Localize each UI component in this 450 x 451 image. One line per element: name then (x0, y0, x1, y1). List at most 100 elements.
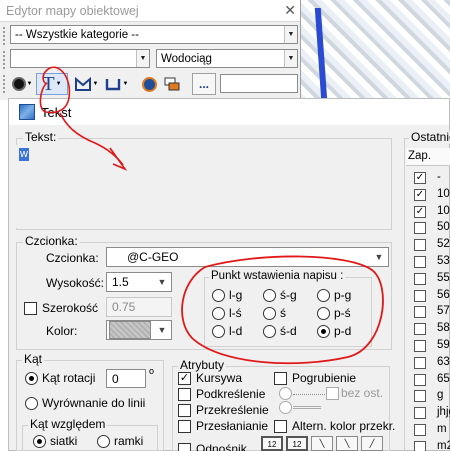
recent-item-checkbox[interactable] (414, 306, 426, 319)
anchor-group-label: Punkt wstawienia napisu : (209, 270, 346, 283)
font-select[interactable]: @C-GEO ▼ (106, 247, 389, 267)
chevron-down-icon[interactable]: ▼ (136, 50, 149, 67)
chevron-down-icon[interactable]: ▼ (153, 273, 171, 291)
category-select[interactable]: -- Wszystkie kategorie -- ▼ (10, 25, 298, 44)
recent-item-value: 55 (437, 271, 450, 284)
height-select-value: 1.5 (112, 275, 129, 289)
recent-item-value: - (437, 171, 441, 183)
chevron-down-icon[interactable]: ▼ (284, 26, 297, 43)
strikethrough-checkbox[interactable] (178, 404, 191, 417)
object-type-select[interactable]: Wodociąg ▼ (156, 49, 298, 68)
layers-button[interactable] (162, 73, 182, 95)
angle-input[interactable]: 0 (106, 369, 146, 388)
text-tool-button[interactable]: T ▼ (36, 73, 68, 95)
recent-item-value: 58 (437, 322, 450, 335)
recent-list-item[interactable]: 56 (404, 288, 450, 304)
recent-item-checkbox[interactable] (414, 440, 426, 451)
line-style-dotted-radio[interactable] (279, 387, 292, 400)
navigate-button[interactable] (139, 73, 159, 95)
toolbar-input[interactable] (220, 74, 298, 93)
line-tool-button[interactable]: ▼ (102, 73, 130, 95)
reference-checkbox[interactable] (178, 443, 191, 451)
italic-checkbox[interactable]: ✓ (178, 372, 191, 385)
recent-list-item[interactable]: 53 (404, 254, 450, 270)
recent-list-item[interactable]: g (404, 388, 450, 404)
anchor-radio-p-g[interactable] (317, 289, 330, 302)
recent-item-checkbox[interactable] (414, 289, 426, 302)
width-checkbox[interactable] (24, 302, 37, 315)
anchor-radio-l-s[interactable] (212, 307, 225, 320)
recent-list-item[interactable]: ✓ 10 (404, 187, 450, 203)
anchor-radio-s-g[interactable] (263, 289, 276, 302)
recent-list-item[interactable]: 65 (404, 372, 450, 388)
text-dialog-title-bar: Tekst (9, 99, 449, 125)
anchor-radio-l-d[interactable] (212, 325, 225, 338)
width-input[interactable]: 0.75 (106, 297, 172, 317)
recent-item-checkbox[interactable] (414, 239, 426, 252)
recent-list-item[interactable]: ✓ 10 (404, 204, 450, 220)
more-button[interactable]: ... (192, 73, 216, 95)
align-left-button[interactable]: 12 (261, 436, 283, 451)
recent-item-checkbox[interactable]: ✓ (414, 205, 426, 218)
anchor-label-l-s: l-ś (229, 306, 242, 320)
anchor-radio-s[interactable] (263, 307, 276, 320)
recent-list-item[interactable]: 59 (404, 338, 450, 354)
align-diagonal3-button[interactable]: ╱ (361, 436, 383, 451)
underline-checkbox[interactable] (178, 388, 191, 401)
recent-item-checkbox[interactable] (414, 373, 426, 386)
recent-list-item[interactable]: 52 (404, 237, 450, 253)
recent-item-checkbox[interactable] (414, 272, 426, 285)
angle-ref-grid-radio[interactable] (33, 435, 46, 448)
alt-color-checkbox[interactable] (274, 420, 287, 433)
recent-item-checkbox[interactable]: ✓ (414, 188, 426, 201)
recent-item-checkbox[interactable] (414, 407, 426, 420)
target-tool-button[interactable]: ▼ (9, 73, 35, 95)
chevron-down-icon[interactable]: ▼ (284, 50, 297, 67)
text-input-area[interactable] (12, 145, 388, 228)
recent-list-item[interactable]: 50 (404, 220, 450, 236)
toolbar-grip[interactable] (3, 75, 6, 93)
recent-item-checkbox[interactable] (414, 222, 426, 235)
toolbar-grip[interactable] (3, 27, 6, 45)
close-icon[interactable]: ✕ (284, 2, 296, 19)
align-diagonal-button[interactable]: ╲ (311, 436, 333, 451)
recent-list-item[interactable]: 55 (404, 271, 450, 287)
recent-item-checkbox[interactable] (414, 256, 426, 268)
recent-list-item[interactable]: ✓ - (404, 170, 450, 186)
polygon-tool-button[interactable]: ▼ (72, 73, 100, 95)
recent-item-checkbox[interactable] (414, 356, 426, 369)
anchor-label-l-d: l-d (229, 324, 243, 338)
recent-item-checkbox[interactable] (414, 424, 426, 436)
anchor-radio-p-s[interactable] (317, 307, 330, 320)
bold-checkbox[interactable] (274, 372, 287, 385)
align-line-radio[interactable] (25, 397, 38, 410)
overlap-checkbox[interactable] (178, 420, 191, 433)
toolbar-grip[interactable] (3, 51, 6, 69)
angle-rotation-radio[interactable] (25, 372, 38, 385)
recent-list-item[interactable]: m (404, 422, 450, 438)
recent-list-item[interactable]: 63 (404, 355, 450, 371)
chevron-down-icon[interactable]: ▼ (370, 248, 388, 266)
height-select[interactable]: 1.5 ▼ (106, 272, 172, 292)
line-style-double-radio[interactable] (279, 401, 292, 414)
no-sharp-checkbox[interactable] (326, 387, 339, 400)
align-diagonal2-button[interactable]: ╲ (336, 436, 358, 451)
angle-ref-frame-radio[interactable] (97, 435, 110, 448)
anchor-radio-s-d[interactable] (263, 325, 276, 338)
anchor-radio-l-g[interactable] (212, 289, 225, 302)
recent-item-checkbox[interactable]: ✓ (414, 172, 426, 184)
anchor-radio-p-d[interactable] (317, 325, 330, 338)
recent-list-item[interactable]: 58 (404, 321, 450, 337)
align-center-button[interactable]: 12 (286, 436, 308, 451)
recent-list-item[interactable]: m2 (404, 439, 450, 451)
recent-item-checkbox[interactable] (414, 323, 426, 336)
recent-item-checkbox[interactable] (414, 390, 426, 403)
anchor-label-s: ś (280, 306, 286, 320)
layer-select[interactable]: ▼ (10, 49, 150, 68)
recent-item-checkbox[interactable] (414, 340, 426, 352)
recent-list-item[interactable]: jhjg (404, 405, 450, 421)
recent-list-item[interactable]: 57 (404, 304, 450, 320)
layers-icon (164, 77, 180, 91)
recent-column-header[interactable]: Zap. (406, 148, 450, 166)
chevron-down-icon[interactable]: ▼ (153, 321, 171, 339)
